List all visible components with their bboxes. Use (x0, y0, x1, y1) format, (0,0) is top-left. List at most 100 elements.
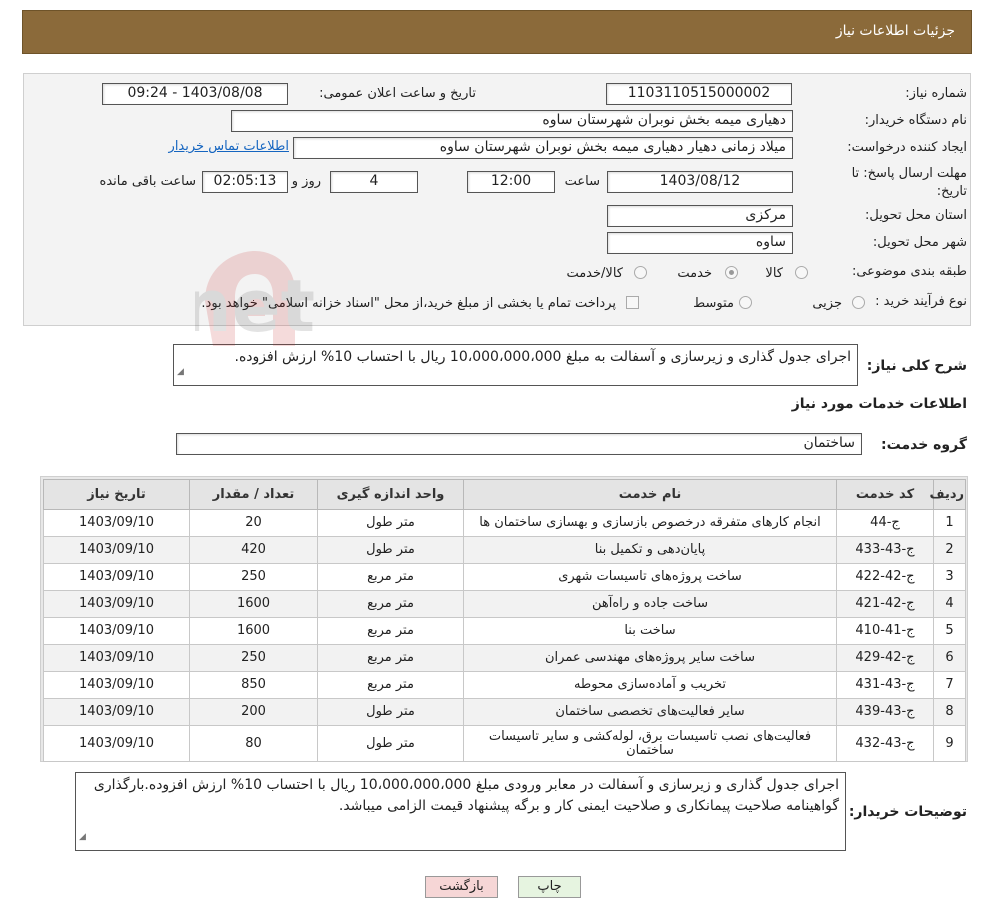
category-goods-radio[interactable] (795, 266, 808, 279)
col-header-row-number: ردیف (929, 479, 966, 510)
deadline-time-label: ساعت (564, 174, 600, 189)
cell-row-number: 2 (933, 536, 966, 564)
cell-service-code: ج-42-429 (836, 644, 934, 672)
cell-row-number: 6 (933, 644, 966, 672)
cell-row-number: 4 (933, 590, 966, 618)
cell-service-code: ج-42-421 (836, 590, 934, 618)
category-service-label: خدمت (677, 266, 712, 281)
province-label: استان محل تحویل: (865, 208, 967, 223)
cell-unit: متر مربع (317, 671, 464, 699)
treasury-payment-note: پرداخت تمام یا بخشی از مبلغ خرید،از محل … (201, 296, 616, 311)
need-number-field[interactable]: 1103110515000002 (606, 83, 792, 105)
process-medium-radio[interactable] (739, 296, 752, 309)
cell-unit: متر طول (317, 509, 464, 537)
table-header-row: ردیف کد خدمت نام خدمت واحد اندازه گیری ت… (43, 479, 966, 510)
process-medium-label: متوسط (693, 296, 734, 311)
remaining-time-field[interactable]: 02:05:13 (202, 171, 288, 193)
cell-need-date: 1403/09/10 (43, 563, 190, 591)
process-type-label: نوع فرآیند خرید : (875, 294, 967, 309)
cell-service-code: ج-43-433 (836, 536, 934, 564)
days-label: روز و (291, 174, 321, 189)
need-number-label: شماره نیاز: (905, 86, 967, 101)
cell-need-date: 1403/09/10 (43, 590, 190, 618)
deadline-time-field[interactable]: 12:00 (467, 171, 555, 193)
col-header-service-name: نام خدمت (463, 479, 837, 510)
table-row[interactable]: 4 ج-42-421 ساخت جاده و راه‌آهن متر مربع … (43, 590, 966, 618)
buyer-notes-text: اجرای جدول گذاری و زیرسازی و آسفالت در م… (93, 777, 839, 814)
cell-service-name: ساخت بنا (463, 617, 837, 645)
table-row[interactable]: 1 ج-44 انجام کارهای متفرقه درخصوص بازساز… (43, 509, 966, 537)
back-button[interactable]: بازگشت (425, 876, 498, 898)
cell-unit: متر طول (317, 536, 464, 564)
table-row[interactable]: 9 ج-43-432 فعالیت‌های نصب تاسیسات برق، ل… (43, 725, 966, 762)
cell-quantity: 850 (189, 671, 318, 699)
cell-service-code: ج-41-410 (836, 617, 934, 645)
category-service-radio[interactable] (725, 266, 738, 279)
cell-need-date: 1403/09/10 (43, 617, 190, 645)
process-minor-label: جزیی (812, 296, 842, 311)
creator-label: ایجاد کننده درخواست: (847, 140, 967, 155)
cell-need-date: 1403/09/10 (43, 698, 190, 726)
cell-unit: متر مربع (317, 644, 464, 672)
table-row[interactable]: 3 ج-42-422 ساخت پروژه‌های تاسیسات شهری م… (43, 563, 966, 591)
deadline-label: مهلت ارسال پاسخ: تا (851, 166, 967, 181)
cell-service-name: سایر فعالیت‌های تخصصی ساختمان (463, 698, 837, 726)
cell-service-name: تخریب و آماده‌سازی محوطه (463, 671, 837, 699)
description-textarea[interactable]: اجرای جدول گذاری و زیرسازی و آسفالت به م… (173, 344, 858, 386)
description-label: شرح کلی نیاز: (866, 358, 967, 374)
cell-need-date: 1403/09/10 (43, 671, 190, 699)
cell-service-name: انجام کارهای متفرقه درخصوص بازسازی و بهس… (463, 509, 837, 537)
deadline-date-label: تاریخ: (936, 184, 967, 199)
buyer-org-label: نام دستگاه خریدار: (864, 113, 967, 128)
table-row[interactable]: 2 ج-43-433 پایان‌دهی و تکمیل بنا متر طول… (43, 536, 966, 564)
treasury-payment-checkbox[interactable] (626, 296, 639, 309)
cell-need-date: 1403/09/10 (43, 536, 190, 564)
creator-field[interactable]: میلاد زمانی دهیار دهیاری میمه بخش نوبران… (293, 137, 793, 159)
description-text: اجرای جدول گذاری و زیرسازی و آسفالت به م… (234, 349, 851, 365)
cell-row-number: 3 (933, 563, 966, 591)
cell-quantity: 1600 (189, 590, 318, 618)
resize-grip-icon[interactable]: ◢ (79, 827, 86, 848)
buyer-org-field[interactable]: دهیاری میمه بخش نوبران شهرستان ساوه (231, 110, 793, 132)
services-section-title: اطلاعات خدمات مورد نیاز (791, 396, 967, 412)
cell-quantity: 20 (189, 509, 318, 537)
cell-need-date: 1403/09/10 (43, 644, 190, 672)
table-row[interactable]: 5 ج-41-410 ساخت بنا متر مربع 1600 1403/0… (43, 617, 966, 645)
province-field[interactable]: مرکزی (607, 205, 793, 227)
cell-service-code: ج-44 (836, 509, 934, 537)
cell-service-code: ج-43-432 (836, 725, 934, 762)
cell-unit: متر مربع (317, 563, 464, 591)
table-row[interactable]: 7 ج-43-431 تخریب و آماده‌سازی محوطه متر … (43, 671, 966, 699)
print-button[interactable]: چاپ (518, 876, 581, 898)
buyer-contact-link[interactable]: اطلاعات تماس خریدار (169, 139, 289, 154)
announce-date-label: تاریخ و ساعت اعلان عمومی: (319, 86, 476, 101)
cell-service-code: ج-42-422 (836, 563, 934, 591)
cell-service-name: پایان‌دهی و تکمیل بنا (463, 536, 837, 564)
cell-row-number: 8 (933, 698, 966, 726)
city-field[interactable]: ساوه (607, 232, 793, 254)
buyer-notes-label: توضیحات خریدار: (848, 804, 967, 820)
cell-service-name: فعالیت‌های نصب تاسیسات برق، لوله‌کشی و س… (463, 725, 837, 762)
col-header-service-code: کد خدمت (836, 479, 934, 510)
cell-quantity: 1600 (189, 617, 318, 645)
service-group-field[interactable]: ساختمان (176, 433, 862, 455)
table-row[interactable]: 8 ج-43-439 سایر فعالیت‌های تخصصی ساختمان… (43, 698, 966, 726)
table-row[interactable]: 6 ج-42-429 ساخت سایر پروژه‌های مهندسی عم… (43, 644, 966, 672)
cell-service-name: ساخت جاده و راه‌آهن (463, 590, 837, 618)
remaining-days-field[interactable]: 4 (330, 171, 418, 193)
cell-service-name: ساخت سایر پروژه‌های مهندسی عمران (463, 644, 837, 672)
services-table-container: ردیف کد خدمت نام خدمت واحد اندازه گیری ت… (40, 476, 968, 762)
cell-unit: متر مربع (317, 590, 464, 618)
cell-service-code: ج-43-439 (836, 698, 934, 726)
cell-unit: متر مربع (317, 617, 464, 645)
city-label: شهر محل تحویل: (872, 235, 967, 250)
category-goods-service-radio[interactable] (634, 266, 647, 279)
category-goods-label: کالا (765, 266, 783, 281)
announce-date-field[interactable]: 1403/08/08 - 09:24 (102, 83, 288, 105)
cell-service-code: ج-43-431 (836, 671, 934, 699)
deadline-date-field[interactable]: 1403/08/12 (607, 171, 793, 193)
cell-unit: متر طول (317, 698, 464, 726)
process-minor-radio[interactable] (852, 296, 865, 309)
buyer-notes-textarea[interactable]: اجرای جدول گذاری و زیرسازی و آسفالت در م… (75, 772, 846, 851)
resize-grip-icon[interactable]: ◢ (177, 362, 184, 383)
